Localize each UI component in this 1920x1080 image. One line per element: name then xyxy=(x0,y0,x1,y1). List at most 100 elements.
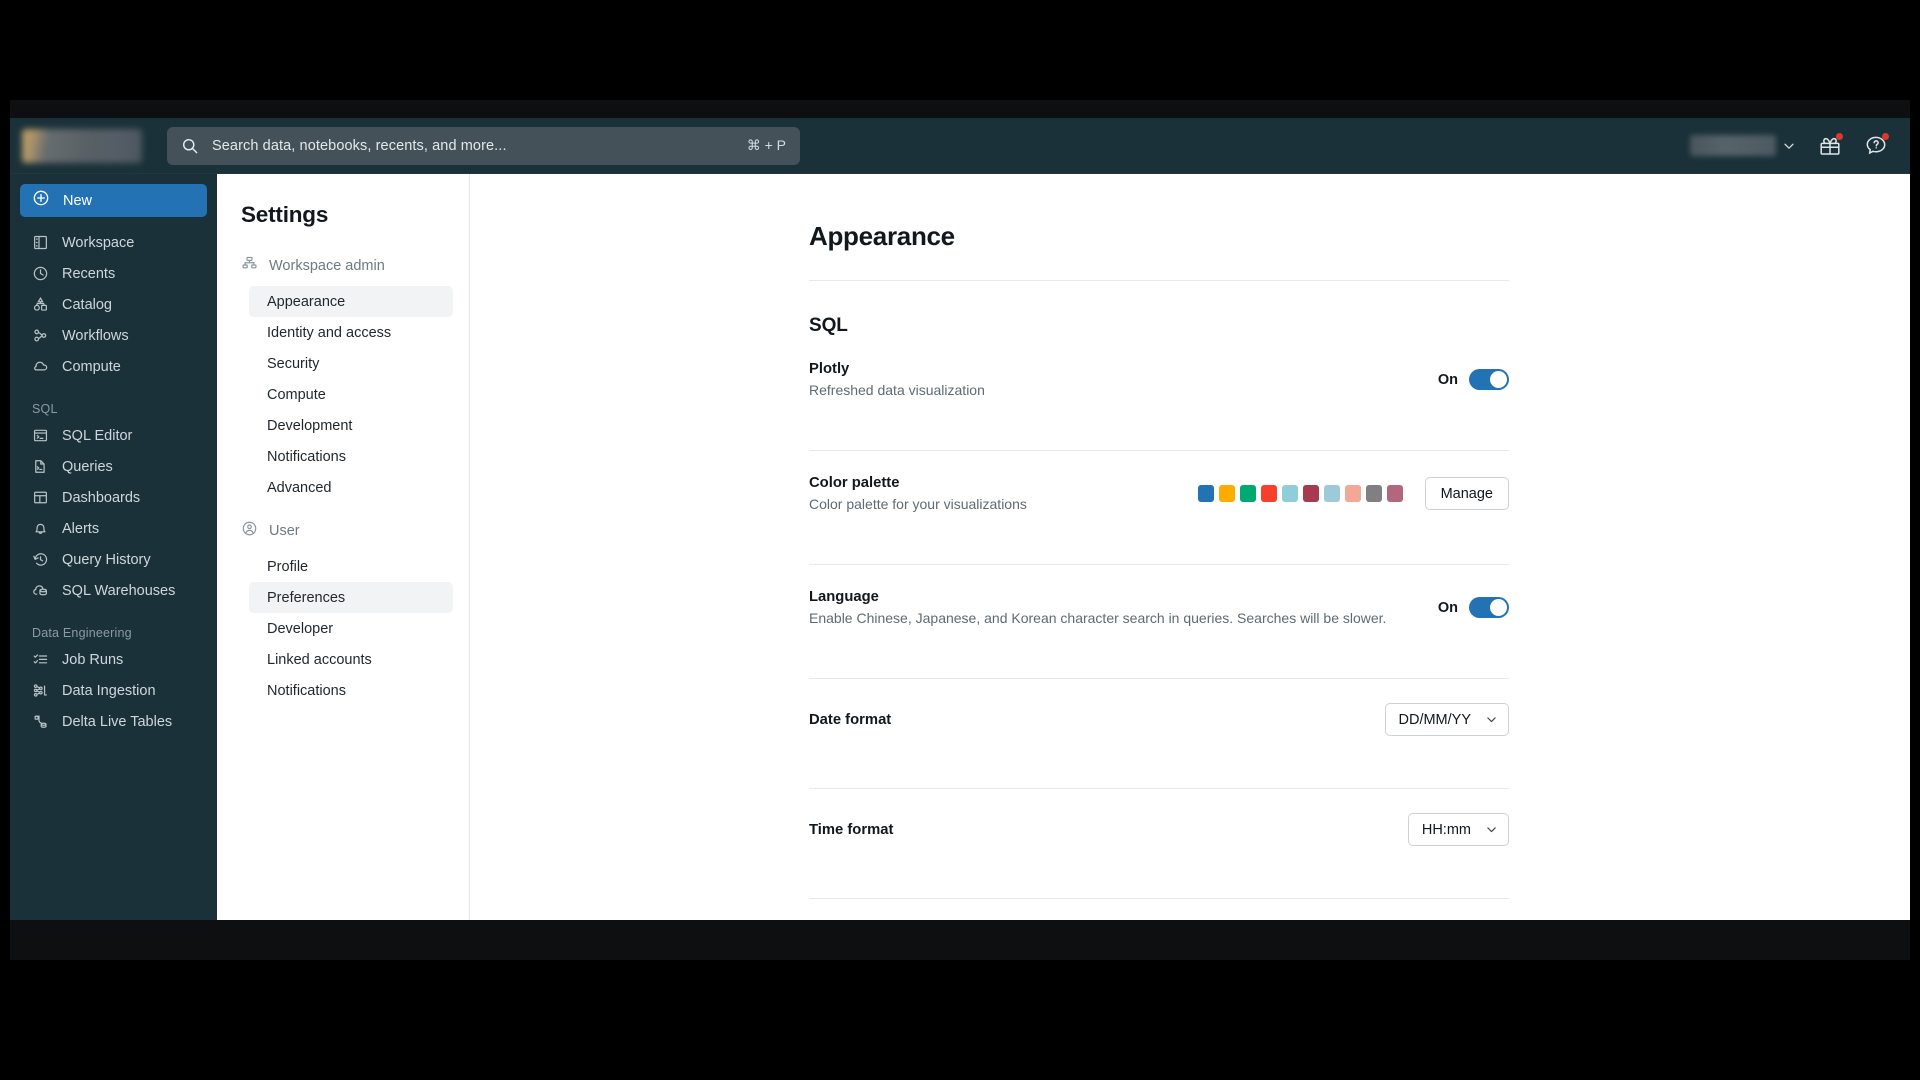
data-ingestion-icon xyxy=(32,682,49,699)
cloud-icon xyxy=(32,358,49,375)
color-swatch-list xyxy=(1197,485,1403,502)
left-sidebar: New Workspace Recents Catalog Workflows … xyxy=(10,174,217,920)
settings-link-developer[interactable]: Developer xyxy=(249,613,453,644)
sidebar-label: Job Runs xyxy=(62,651,124,668)
settings-group-workspace-admin: Workspace admin xyxy=(217,252,469,280)
color-swatch-5 xyxy=(1302,485,1319,502)
settings-link-linked-accounts[interactable]: Linked accounts xyxy=(249,644,453,675)
color-swatch-4 xyxy=(1281,485,1298,502)
sidebar-item-workspace[interactable]: Workspace xyxy=(10,227,217,258)
setting-row-date-format: Date format DD/MM/YY xyxy=(809,679,1509,760)
time-format-texts: Time format xyxy=(809,822,1408,838)
settings-link-appearance[interactable]: Appearance xyxy=(249,286,453,317)
language-toggle-wrap: On xyxy=(1438,597,1509,618)
sidebar-item-recents[interactable]: Recents xyxy=(10,258,217,289)
toggle-knob xyxy=(1490,599,1507,616)
job-runs-icon xyxy=(32,651,49,668)
color-swatch-9 xyxy=(1386,485,1403,502)
sidebar-item-sql-editor[interactable]: SQL Editor xyxy=(10,420,217,451)
language-subtitle: Enable Chinese, Japanese, and Korean cha… xyxy=(809,610,1387,626)
time-format-title: Time format xyxy=(809,821,894,838)
sidebar-item-delta-live-tables[interactable]: Delta Live Tables xyxy=(10,706,217,737)
sidebar-item-dashboards[interactable]: Dashboards xyxy=(10,482,217,513)
settings-link-preferences[interactable]: Preferences xyxy=(249,582,453,613)
language-texts: Language Enable Chinese, Japanese, and K… xyxy=(809,589,1438,626)
language-toggle[interactable] xyxy=(1469,597,1509,618)
settings-link-notifications[interactable]: Notifications xyxy=(249,441,453,472)
chevron-down-icon xyxy=(1485,713,1498,726)
sidebar-item-compute[interactable]: Compute xyxy=(10,351,217,382)
gift-badge-dot xyxy=(1836,132,1843,140)
sidebar-label: Dashboards xyxy=(62,489,141,506)
plotly-title: Plotly xyxy=(809,361,850,377)
gift-icon[interactable] xyxy=(1818,132,1843,158)
sidebar-item-catalog[interactable]: Catalog xyxy=(10,289,217,320)
setting-row-color-palette: Color palette Color palette for your vis… xyxy=(809,451,1509,536)
color-swatch-8 xyxy=(1365,485,1382,502)
color-swatch-0 xyxy=(1197,485,1214,502)
settings-link-advanced[interactable]: Advanced xyxy=(249,472,453,503)
sidebar-label: Queries xyxy=(62,458,113,475)
color-palette-subtitle: Color palette for your visualizations xyxy=(809,496,1027,512)
time-format-select[interactable]: HH:mm xyxy=(1407,813,1509,846)
row-divider xyxy=(809,898,1509,899)
top-navigation-bar: Search data, notebooks, recents, and mor… xyxy=(10,118,1910,174)
date-format-select[interactable]: DD/MM/YY xyxy=(1384,703,1509,736)
global-search-input[interactable]: Search data, notebooks, recents, and mor… xyxy=(167,126,800,165)
section-title-sql: SQL xyxy=(809,315,848,336)
language-toggle-state: On xyxy=(1437,599,1458,616)
sidebar-item-sql-warehouses[interactable]: SQL Warehouses xyxy=(10,575,217,606)
delta-live-tables-icon xyxy=(32,713,49,730)
page-title: Appearance xyxy=(809,221,955,251)
sidebar-group-sql: SQL xyxy=(32,402,58,416)
settings-link-user-notifications[interactable]: Notifications xyxy=(249,675,453,706)
sidebar-label: Query History xyxy=(62,551,151,568)
search-icon xyxy=(181,137,199,155)
help-question-icon[interactable] xyxy=(1864,132,1889,158)
plotly-texts: Plotly Refreshed data visualization xyxy=(809,361,1438,398)
sidebar-item-queries[interactable]: Queries xyxy=(10,451,217,482)
sidebar-label: SQL Warehouses xyxy=(62,582,176,599)
settings-link-development[interactable]: Development xyxy=(249,410,453,441)
sidebar-group-data-engineering: Data Engineering xyxy=(32,626,132,640)
sidebar-item-query-history[interactable]: Query History xyxy=(10,544,217,575)
plotly-toggle-state: On xyxy=(1437,371,1458,388)
workspace-logo[interactable] xyxy=(22,128,142,163)
workspace-switcher[interactable] xyxy=(1690,135,1796,156)
language-control: On xyxy=(1438,597,1509,618)
sidebar-label: Delta Live Tables xyxy=(62,713,173,730)
color-swatch-2 xyxy=(1239,485,1256,502)
language-title: Language xyxy=(809,589,879,605)
color-swatch-6 xyxy=(1323,485,1340,502)
new-button[interactable]: New xyxy=(20,184,207,217)
plotly-subtitle: Refreshed data visualization xyxy=(809,382,985,398)
help-badge-dot xyxy=(1882,132,1889,140)
settings-content-column: Appearance SQL Plotly Refreshed data vis… xyxy=(809,174,1509,899)
settings-link-compute[interactable]: Compute xyxy=(249,379,453,410)
plotly-toggle[interactable] xyxy=(1469,369,1509,390)
plus-circle-icon xyxy=(32,189,50,212)
workflows-icon xyxy=(32,327,49,344)
settings-group-label: User xyxy=(269,523,300,539)
settings-link-security[interactable]: Security xyxy=(249,348,453,379)
settings-link-profile[interactable]: Profile xyxy=(249,551,453,582)
dashboards-icon xyxy=(32,489,49,506)
sidebar-item-workflows[interactable]: Workflows xyxy=(10,320,217,351)
workspace-name xyxy=(1690,135,1776,156)
sidebar-item-job-runs[interactable]: Job Runs xyxy=(10,644,217,675)
settings-panel-title: Settings xyxy=(241,202,329,227)
plotly-control: On xyxy=(1438,369,1509,390)
app-window: Search data, notebooks, recents, and mor… xyxy=(10,118,1910,920)
sidebar-item-data-ingestion[interactable]: Data Ingestion xyxy=(10,675,217,706)
color-palette-title: Color palette xyxy=(809,475,900,491)
setting-row-language: Language Enable Chinese, Japanese, and K… xyxy=(809,565,1509,650)
settings-spacer xyxy=(217,503,469,517)
sidebar-item-alerts[interactable]: Alerts xyxy=(10,513,217,544)
user-circle-icon xyxy=(241,520,258,542)
color-swatch-1 xyxy=(1218,485,1235,502)
sidebar-label: Data Ingestion xyxy=(62,682,156,699)
new-button-label: New xyxy=(63,192,93,209)
settings-link-identity-and-access[interactable]: Identity and access xyxy=(249,317,453,348)
clock-icon xyxy=(32,265,49,282)
manage-palette-button[interactable]: Manage xyxy=(1424,477,1509,510)
